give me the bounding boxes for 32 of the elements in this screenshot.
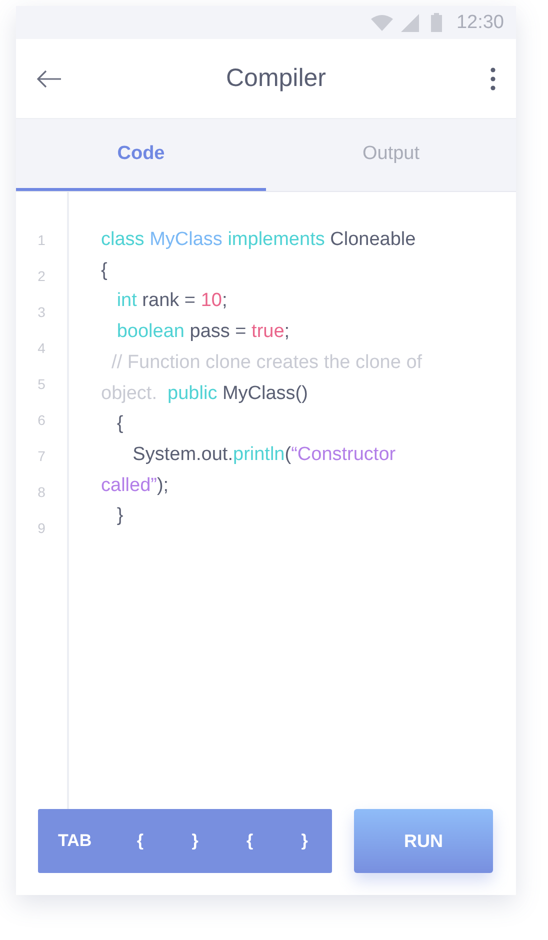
key-button[interactable]: } (277, 831, 332, 851)
key-button[interactable]: { (112, 831, 168, 851)
code-line: class MyClass implements Cloneable (101, 228, 417, 252)
code-line: { (101, 258, 108, 283)
line-number: 7 (38, 447, 46, 466)
battery-icon (431, 13, 442, 32)
code-line: { (116, 412, 124, 436)
line-number: 4 (38, 339, 46, 358)
more-icon[interactable] (490, 66, 496, 90)
line-number: 6 (38, 411, 46, 430)
code-line: called”); (101, 474, 170, 498)
line-number: 9 (38, 519, 46, 538)
signal-icon (401, 14, 420, 32)
code-line: System.out.println(“Constructor (132, 442, 397, 467)
status-time: 12:30 (456, 12, 504, 34)
code-line: int rank = 10; (116, 289, 228, 314)
tab[interactable]: Code (16, 119, 266, 191)
key-button[interactable]: TAB (58, 831, 103, 851)
line-number: 3 (38, 303, 46, 322)
key-button[interactable]: } (168, 831, 222, 851)
back-icon[interactable] (36, 68, 62, 88)
tab[interactable]: Output (266, 119, 516, 191)
line-number: 1 (38, 231, 46, 250)
screen-title: Compiler (224, 64, 328, 93)
line-number: 2 (38, 267, 46, 286)
line-number: 5 (38, 375, 46, 394)
code-line: boolean pass = true; (116, 320, 291, 344)
line-number: 8 (38, 483, 46, 502)
wifi-icon (371, 14, 394, 30)
run-button[interactable]: RUN (354, 809, 493, 873)
code-line: } (116, 504, 124, 528)
key-button[interactable]: { (222, 831, 278, 851)
